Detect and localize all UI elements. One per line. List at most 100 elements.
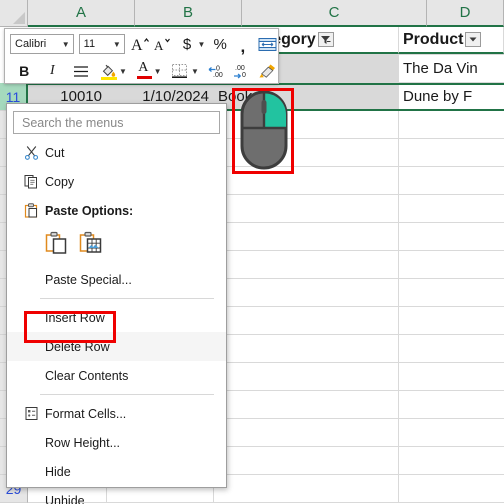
increase-decimal-button[interactable]: .00 0 (231, 60, 253, 82)
column-header-c[interactable]: C (242, 0, 427, 27)
accounting-format-dropdown-arrow-icon[interactable]: ▼ (196, 33, 206, 55)
cell-d10[interactable]: The Da Vin (399, 55, 504, 82)
borders-button[interactable] (169, 60, 190, 82)
cell-d10-value: The Da Vin (403, 60, 478, 77)
increase-font-size-button[interactable]: A (131, 33, 151, 55)
cell-c19[interactable] (214, 307, 399, 334)
font-color-button[interactable]: A (134, 60, 153, 82)
format-painter-button[interactable] (257, 60, 278, 82)
table-header-product[interactable]: Product (399, 27, 504, 54)
borders-dropdown-arrow-icon[interactable]: ▼ (190, 60, 200, 82)
context-menu-item-clear-contents[interactable]: Clear Contents (7, 361, 226, 390)
cell-c17[interactable] (214, 251, 399, 278)
cell-d22[interactable] (399, 391, 504, 418)
search-input-placeholder: Search the menus (22, 115, 124, 130)
format-cells-icon (17, 406, 45, 421)
table-header-product-label: Product (403, 30, 464, 48)
context-menu-item-delete-row[interactable]: Delete Row (7, 332, 226, 361)
chevron-down-icon[interactable]: ▼ (59, 40, 73, 49)
decrease-font-size-button[interactable]: A (154, 33, 174, 55)
svg-text:A: A (154, 38, 164, 53)
cell-c22[interactable] (214, 391, 399, 418)
column-header-a-label: A (75, 4, 86, 21)
context-menu-item-paste-options-label: Paste Options: (45, 203, 134, 218)
cell-c14[interactable] (214, 167, 399, 194)
copy-icon (17, 174, 45, 189)
column-header-d[interactable]: D (427, 0, 504, 27)
paste-picture-icon[interactable] (79, 231, 103, 260)
paste-values-icon[interactable] (45, 231, 69, 260)
context-menu-item-unhide-label: Unhide (45, 493, 85, 504)
mini-formatting-toolbar: Calibri ▼ 11 ▼ A A $ ▼ % , B I ▼ A ▼ ▼ 0… (4, 28, 279, 84)
context-menu-item-hide-label: Hide (45, 464, 71, 479)
context-menu-item-copy[interactable]: Copy (7, 167, 226, 196)
search-the-menus-input[interactable]: Search the menus (13, 111, 220, 134)
scissors-icon (17, 145, 45, 160)
cell-c15[interactable] (214, 195, 399, 222)
comma-style-button[interactable]: , (234, 33, 252, 55)
cell-d29[interactable] (399, 475, 504, 502)
cell-d11[interactable]: Dune by F (399, 83, 504, 110)
context-menu-item-format-cells-label: Format Cells... (45, 406, 127, 421)
excel-screenshot-root: A B C D 11 29 Category Product The Da Vi… (0, 0, 504, 504)
context-menu-item-hide[interactable]: Hide (7, 457, 226, 486)
cell-c18[interactable] (214, 279, 399, 306)
cell-d13[interactable] (399, 139, 504, 166)
context-menu-item-insert-row-label: Insert Row (45, 310, 105, 325)
context-menu-item-unhide[interactable]: Unhide (7, 486, 226, 504)
font-name-combobox[interactable]: Calibri ▼ (10, 34, 74, 54)
cell-d11-value: Dune by F (403, 88, 473, 105)
accounting-number-format-button[interactable]: $ (178, 33, 196, 55)
font-size-combobox[interactable]: 11 ▼ (78, 34, 125, 54)
context-menu-item-insert-row[interactable]: Insert Row (7, 303, 226, 332)
cell-c16[interactable] (214, 223, 399, 250)
percent-style-button[interactable]: % (210, 33, 231, 55)
bold-button[interactable]: B (15, 60, 33, 82)
mini-toolbar-row-1: Calibri ▼ 11 ▼ A A $ ▼ % , (5, 31, 278, 57)
merge-and-center-button[interactable] (257, 33, 278, 55)
context-menu-item-cut-label: Cut (45, 145, 65, 160)
context-menu-item-cut[interactable]: Cut (7, 138, 226, 167)
cell-d17[interactable] (399, 251, 504, 278)
svg-text:0: 0 (242, 72, 246, 79)
context-menu-item-copy-label: Copy (45, 174, 75, 189)
chevron-down-icon[interactable]: ▼ (110, 40, 124, 49)
cell-d21[interactable] (399, 363, 504, 390)
column-header-b[interactable]: B (135, 0, 242, 27)
align-button[interactable] (72, 60, 90, 82)
cell-d24[interactable] (399, 447, 504, 474)
select-all-triangle-icon (13, 12, 25, 24)
column-header-b-label: B (182, 4, 193, 21)
context-menu-separator (40, 394, 214, 395)
select-all-corner[interactable] (0, 0, 28, 27)
context-menu-item-paste-special[interactable]: Paste Special... (7, 265, 226, 294)
italic-button[interactable]: I (43, 60, 61, 82)
cell-d20[interactable] (399, 335, 504, 362)
cell-d18[interactable] (399, 279, 504, 306)
cell-d16[interactable] (399, 223, 504, 250)
fill-color-button[interactable] (99, 60, 118, 82)
cell-c24[interactable] (214, 447, 399, 474)
dropdown-arrow-icon-product[interactable] (465, 32, 482, 47)
cell-d23[interactable] (399, 419, 504, 446)
filter-icon-product-category[interactable] (317, 32, 334, 47)
svg-text:.00: .00 (235, 65, 245, 72)
fill-color-dropdown-arrow-icon[interactable]: ▼ (118, 60, 128, 82)
font-color-dropdown-arrow-icon[interactable]: ▼ (152, 60, 162, 82)
context-menu-item-row-height[interactable]: Row Height... (7, 428, 226, 457)
cell-c23[interactable] (214, 419, 399, 446)
cell-d12[interactable] (399, 111, 504, 138)
decrease-decimal-button[interactable]: 0 .00 (206, 60, 228, 82)
cell-c29[interactable] (214, 475, 399, 502)
column-header-a[interactable]: A (28, 0, 135, 27)
column-header-row: A B C D (28, 0, 504, 27)
cell-d15[interactable] (399, 195, 504, 222)
column-header-c-label: C (328, 4, 340, 21)
svg-text:.00: .00 (213, 72, 223, 79)
cell-c21[interactable] (214, 363, 399, 390)
cell-c20[interactable] (214, 335, 399, 362)
cell-d14[interactable] (399, 167, 504, 194)
cell-d19[interactable] (399, 307, 504, 334)
context-menu-item-format-cells[interactable]: Format Cells... (7, 399, 226, 428)
context-menu-item-clear-contents-label: Clear Contents (45, 368, 129, 383)
